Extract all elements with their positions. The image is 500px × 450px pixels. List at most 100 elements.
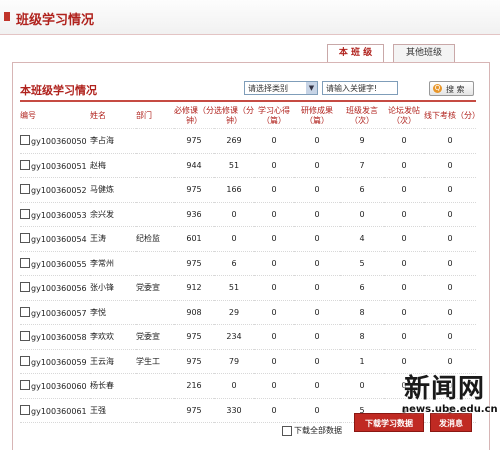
class-posts-cell: 0 [340, 373, 384, 399]
header-divider [20, 100, 476, 102]
search-button[interactable]: Q 搜 索 [429, 81, 474, 96]
class-posts-cell: 6 [340, 177, 384, 203]
student-code-cell: gy100360055 [20, 251, 90, 276]
row-select-checkbox[interactable] [20, 355, 30, 366]
study-notes-cell: 0 [254, 300, 294, 325]
tab-other-classes[interactable]: 其他班级 [393, 44, 455, 62]
watermark-url: news.ube.edu.cn [402, 404, 498, 415]
search-button-label: 搜 索 [446, 85, 465, 94]
download-all-label: 下载全部数据 [294, 426, 342, 435]
row-select-checkbox[interactable] [20, 331, 30, 342]
study-notes-cell: 0 [254, 153, 294, 178]
study-notes-cell: 0 [254, 251, 294, 276]
offline-score-cell: 0 [424, 251, 476, 276]
department-cell: 学生工 [136, 349, 174, 374]
download-data-button[interactable]: 下载学习数据 [354, 413, 424, 432]
row-select-checkbox[interactable] [20, 135, 30, 146]
required-minutes-cell: 975 [174, 251, 214, 276]
department-cell: 纪检监 [136, 226, 174, 252]
table-row: gy100360051 赵梅 944 51 0 0 7 0 0 [20, 153, 476, 178]
elective-minutes-cell: 0 [214, 226, 254, 252]
class-posts-cell: 7 [340, 153, 384, 178]
elective-minutes-cell: 330 [214, 398, 254, 423]
study-notes-cell: 0 [254, 349, 294, 374]
table-row: gy100360055 李常州 975 6 0 0 5 0 0 [20, 251, 476, 276]
research-results-cell: 0 [294, 349, 340, 374]
department-cell [136, 300, 174, 325]
row-select-checkbox[interactable] [20, 404, 30, 415]
forum-posts-cell: 0 [384, 324, 424, 350]
col-header-results: 研修成果（篇） [294, 104, 340, 129]
student-code-cell: gy100360053 [20, 202, 90, 227]
class-posts-cell: 4 [340, 226, 384, 252]
department-cell [136, 128, 174, 154]
chevron-down-icon[interactable]: ▼ [306, 82, 317, 94]
search-icon: Q [433, 84, 442, 93]
category-select[interactable]: 请选择类别 ▼ [244, 81, 318, 95]
row-select-checkbox[interactable] [20, 233, 30, 244]
elective-minutes-cell: 0 [214, 373, 254, 399]
research-results-cell: 0 [294, 373, 340, 399]
row-select-checkbox[interactable] [20, 257, 30, 268]
offline-score-cell: 0 [424, 324, 476, 350]
table-row: gy100360052 马健炼 975 166 0 0 6 0 0 [20, 177, 476, 203]
col-header-required: 必修课（分钟） [174, 104, 214, 129]
forum-posts-cell: 0 [384, 300, 424, 325]
download-all-checkbox[interactable] [282, 426, 292, 436]
required-minutes-cell: 912 [174, 275, 214, 301]
class-posts-cell: 9 [340, 128, 384, 154]
table-header-row: 编号 姓名 部门 必修课（分钟） 选修课（分钟） 学习心得（篇） 研修成果（篇）… [20, 104, 480, 129]
offline-score-cell: 0 [424, 226, 476, 252]
row-select-checkbox[interactable] [20, 208, 30, 219]
student-code-cell: gy100360058 [20, 324, 90, 350]
student-code: gy100360059 [31, 357, 87, 367]
offline-score-cell: 0 [424, 300, 476, 325]
research-results-cell: 0 [294, 398, 340, 423]
row-select-checkbox[interactable] [20, 306, 30, 317]
forum-posts-cell: 0 [384, 251, 424, 276]
class-posts-cell: 0 [340, 202, 384, 227]
required-minutes-cell: 936 [174, 202, 214, 227]
class-posts-cell: 5 [340, 251, 384, 276]
research-results-cell: 0 [294, 324, 340, 350]
send-message-button[interactable]: 发消息 [430, 413, 472, 432]
row-select-checkbox[interactable] [20, 380, 30, 391]
row-select-checkbox[interactable] [20, 159, 30, 170]
required-minutes-cell: 908 [174, 300, 214, 325]
student-code: gy100360050 [31, 137, 87, 147]
department-cell [136, 398, 174, 423]
col-header-code: 编号 [20, 104, 90, 129]
research-results-cell: 0 [294, 202, 340, 227]
offline-score-cell: 0 [424, 153, 476, 178]
col-header-notes: 学习心得（篇） [254, 104, 294, 129]
student-name-cell: 赵梅 [90, 153, 136, 178]
study-notes-cell: 0 [254, 398, 294, 423]
student-code-cell: gy100360054 [20, 226, 90, 252]
forum-posts-cell: 0 [384, 153, 424, 178]
table-row: gy100360058 李欢欢 党委宣 975 234 0 0 8 0 0 [20, 324, 476, 350]
offline-score-cell: 0 [424, 202, 476, 227]
elective-minutes-cell: 166 [214, 177, 254, 203]
student-code: gy100360057 [31, 308, 87, 318]
row-select-checkbox[interactable] [20, 184, 30, 195]
elective-minutes-cell: 269 [214, 128, 254, 154]
col-header-elective: 选修课（分钟） [214, 104, 254, 129]
elective-minutes-cell: 6 [214, 251, 254, 276]
research-results-cell: 0 [294, 300, 340, 325]
student-code-cell: gy100360061 [20, 398, 90, 423]
student-code-cell: gy100360052 [20, 177, 90, 203]
research-results-cell: 0 [294, 177, 340, 203]
student-name-cell: 王强 [90, 398, 136, 423]
row-select-checkbox[interactable] [20, 282, 30, 293]
col-header-posts: 班级发言（次） [340, 104, 384, 129]
elective-minutes-cell: 29 [214, 300, 254, 325]
required-minutes-cell: 975 [174, 349, 214, 374]
department-cell: 党委宣 [136, 324, 174, 350]
student-code: gy100360058 [31, 333, 87, 343]
department-cell: 党委宣 [136, 275, 174, 301]
required-minutes-cell: 216 [174, 373, 214, 399]
research-results-cell: 0 [294, 251, 340, 276]
keyword-input[interactable]: 请输入关键字! [322, 81, 398, 95]
tab-this-class[interactable]: 本 班 级 [327, 44, 384, 63]
forum-posts-cell: 0 [384, 177, 424, 203]
